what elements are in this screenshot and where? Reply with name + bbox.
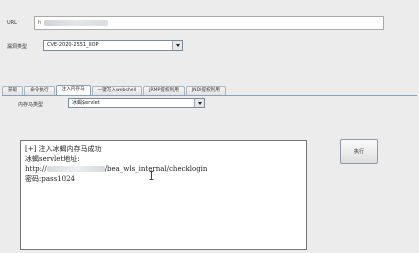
- url-label: URL: [7, 20, 17, 26]
- memshell-type-value: 冰蝎$ervlet: [72, 100, 100, 106]
- tab-jrmp[interactable]: JRMP提权利用: [143, 86, 185, 95]
- tab-bar: 获取 命令执行 注入内存马 一键写入webshell JRMP提权利用 JNDI…: [2, 85, 227, 95]
- url-input[interactable]: h: [34, 16, 384, 30]
- tab-command-exec[interactable]: 命令执行: [24, 86, 55, 95]
- vuln-type-label: 漏洞类型: [7, 44, 28, 50]
- output-line: 密码:pass1024: [25, 175, 76, 183]
- output-line: http:///bea_wls_internal/checklogin: [25, 165, 208, 173]
- vuln-type-select[interactable]: CVE-2020-2551_IIOP: [43, 40, 183, 51]
- tab-get[interactable]: 获取: [2, 86, 24, 95]
- url-redacted: [44, 19, 109, 26]
- output-line: [+] 注入冰蝎内存马成功: [25, 145, 102, 153]
- url-value: h: [38, 20, 42, 26]
- output-textarea[interactable]: [+] 注入冰蝎内存马成功 冰蝎servlet地址: http:///bea_w…: [20, 140, 307, 250]
- tab-write-webshell[interactable]: 一键写入webshell: [91, 86, 143, 95]
- tab-inject-memshell[interactable]: 注入内存马: [55, 85, 91, 95]
- text-cursor-icon: [149, 171, 154, 180]
- memshell-type-select[interactable]: 冰蝎$ervlet: [68, 98, 205, 108]
- tab-jndi[interactable]: JNDI提权利用: [185, 86, 226, 95]
- dropdown-arrow-icon[interactable]: [194, 99, 204, 107]
- execute-button[interactable]: 执行: [340, 139, 378, 164]
- output-line: 冰蝎servlet地址:: [25, 155, 80, 163]
- dropdown-arrow-icon[interactable]: [172, 41, 182, 50]
- vuln-type-value: CVE-2020-2551_IIOP: [47, 42, 99, 48]
- redacted-ip: [46, 166, 105, 172]
- memshell-type-label: 内存马类型: [18, 102, 44, 108]
